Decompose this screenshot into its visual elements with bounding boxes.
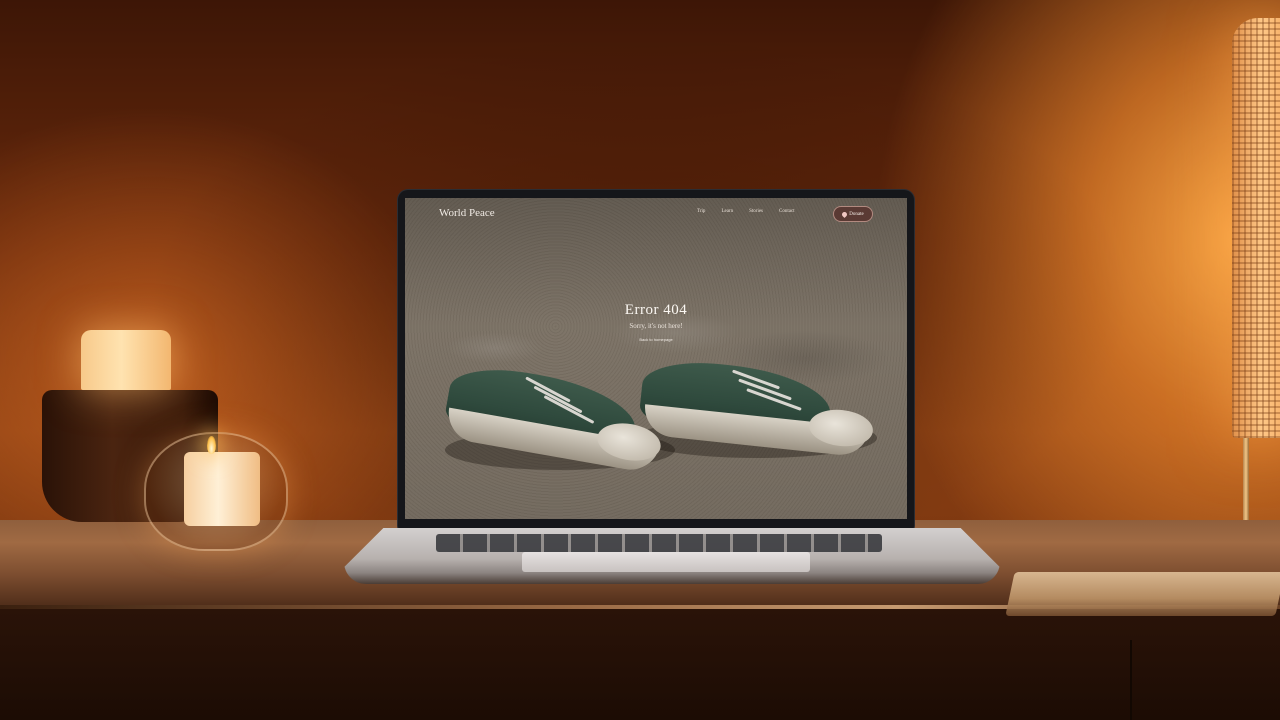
lamp-shade bbox=[1232, 18, 1280, 438]
laptop-keyboard bbox=[436, 534, 882, 552]
nav-link-stories[interactable]: Stories bbox=[749, 209, 763, 214]
nav-link-trip[interactable]: Trip bbox=[697, 209, 705, 214]
small-candle bbox=[184, 452, 260, 526]
error-block: Error 404 Sorry, it's not here! Back to … bbox=[405, 302, 907, 342]
error-subtitle: Sorry, it's not here! bbox=[629, 322, 683, 330]
back-home-link[interactable]: Back to homepage bbox=[405, 337, 907, 342]
nav-link-learn[interactable]: Learn bbox=[721, 209, 733, 214]
nav-link-contact[interactable]: Contact bbox=[779, 209, 795, 214]
desk-seam bbox=[1130, 640, 1132, 720]
open-book bbox=[1005, 572, 1280, 616]
desk-front bbox=[0, 609, 1280, 720]
donate-label: Donate bbox=[849, 211, 864, 217]
laptop-trackpad bbox=[522, 552, 810, 572]
site-nav: Trip Learn Stories Contact bbox=[697, 209, 811, 214]
site-brand[interactable]: World Peace bbox=[439, 207, 495, 219]
heart-icon bbox=[841, 210, 849, 218]
laptop-screen: World Peace Trip Learn Stories Contact D… bbox=[405, 198, 907, 519]
flame-icon bbox=[207, 436, 216, 454]
error-title: Error 404 bbox=[624, 302, 688, 318]
donate-button[interactable]: Donate bbox=[833, 206, 873, 222]
pillar-candle bbox=[81, 330, 171, 390]
site-header: World Peace Trip Learn Stories Contact D… bbox=[405, 198, 907, 228]
